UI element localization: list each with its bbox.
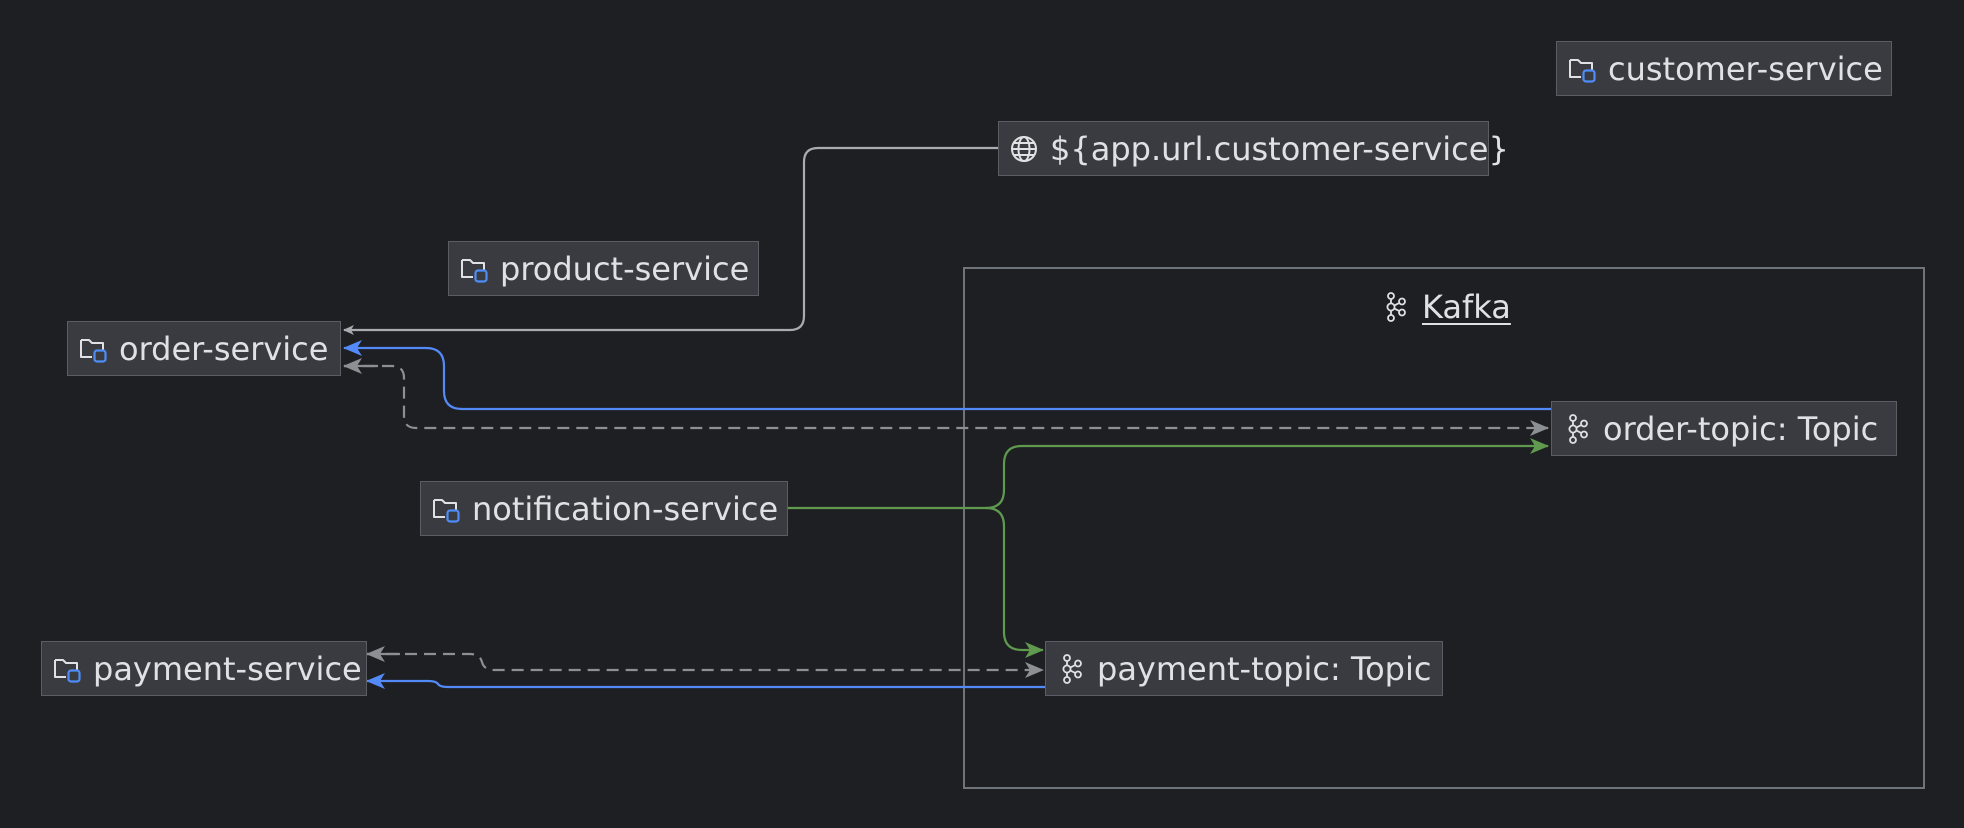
globe-icon xyxy=(1007,132,1041,166)
node-label: payment-topic: Topic xyxy=(1097,649,1432,688)
service-folder-icon xyxy=(457,252,491,286)
node-order-service[interactable]: order-service xyxy=(67,321,341,376)
node-label: order-topic: Topic xyxy=(1603,409,1879,448)
service-folder-icon xyxy=(50,652,84,686)
edge-notification-to-payment-topic xyxy=(985,506,1044,658)
edge-order-topic-to-order-service xyxy=(343,340,1551,411)
diagram-canvas: Kafka customer-service ${app.url.custome… xyxy=(0,0,1964,828)
edge-payment-service-payment-topic-dashed xyxy=(367,652,1044,678)
node-label: ${app.url.customer-service} xyxy=(1050,129,1509,168)
edge-order-service-to-customer-url xyxy=(343,146,998,335)
node-order-topic[interactable]: order-topic: Topic xyxy=(1551,401,1897,456)
edge-order-service-order-topic-dashed xyxy=(344,364,1549,436)
node-label: payment-service xyxy=(93,649,362,688)
node-customer-service[interactable]: customer-service xyxy=(1556,41,1892,96)
service-folder-icon xyxy=(429,492,463,526)
node-label: customer-service xyxy=(1608,49,1883,88)
service-folder-icon xyxy=(1565,52,1599,86)
node-customer-service-url[interactable]: ${app.url.customer-service} xyxy=(998,121,1509,176)
edge-notification-to-order-topic xyxy=(788,438,1549,510)
kafka-topic-icon xyxy=(1560,412,1594,446)
edge-payment-topic-to-payment-service xyxy=(366,673,1045,689)
node-payment-service[interactable]: payment-service xyxy=(41,641,367,696)
service-folder-icon xyxy=(76,332,110,366)
node-label: order-service xyxy=(119,329,329,368)
node-product-service[interactable]: product-service xyxy=(448,241,759,296)
kafka-topic-icon xyxy=(1054,652,1088,686)
node-notification-service[interactable]: notification-service xyxy=(420,481,788,536)
node-payment-topic[interactable]: payment-topic: Topic xyxy=(1045,641,1443,696)
node-label: product-service xyxy=(500,249,750,288)
node-label: notification-service xyxy=(472,489,779,528)
